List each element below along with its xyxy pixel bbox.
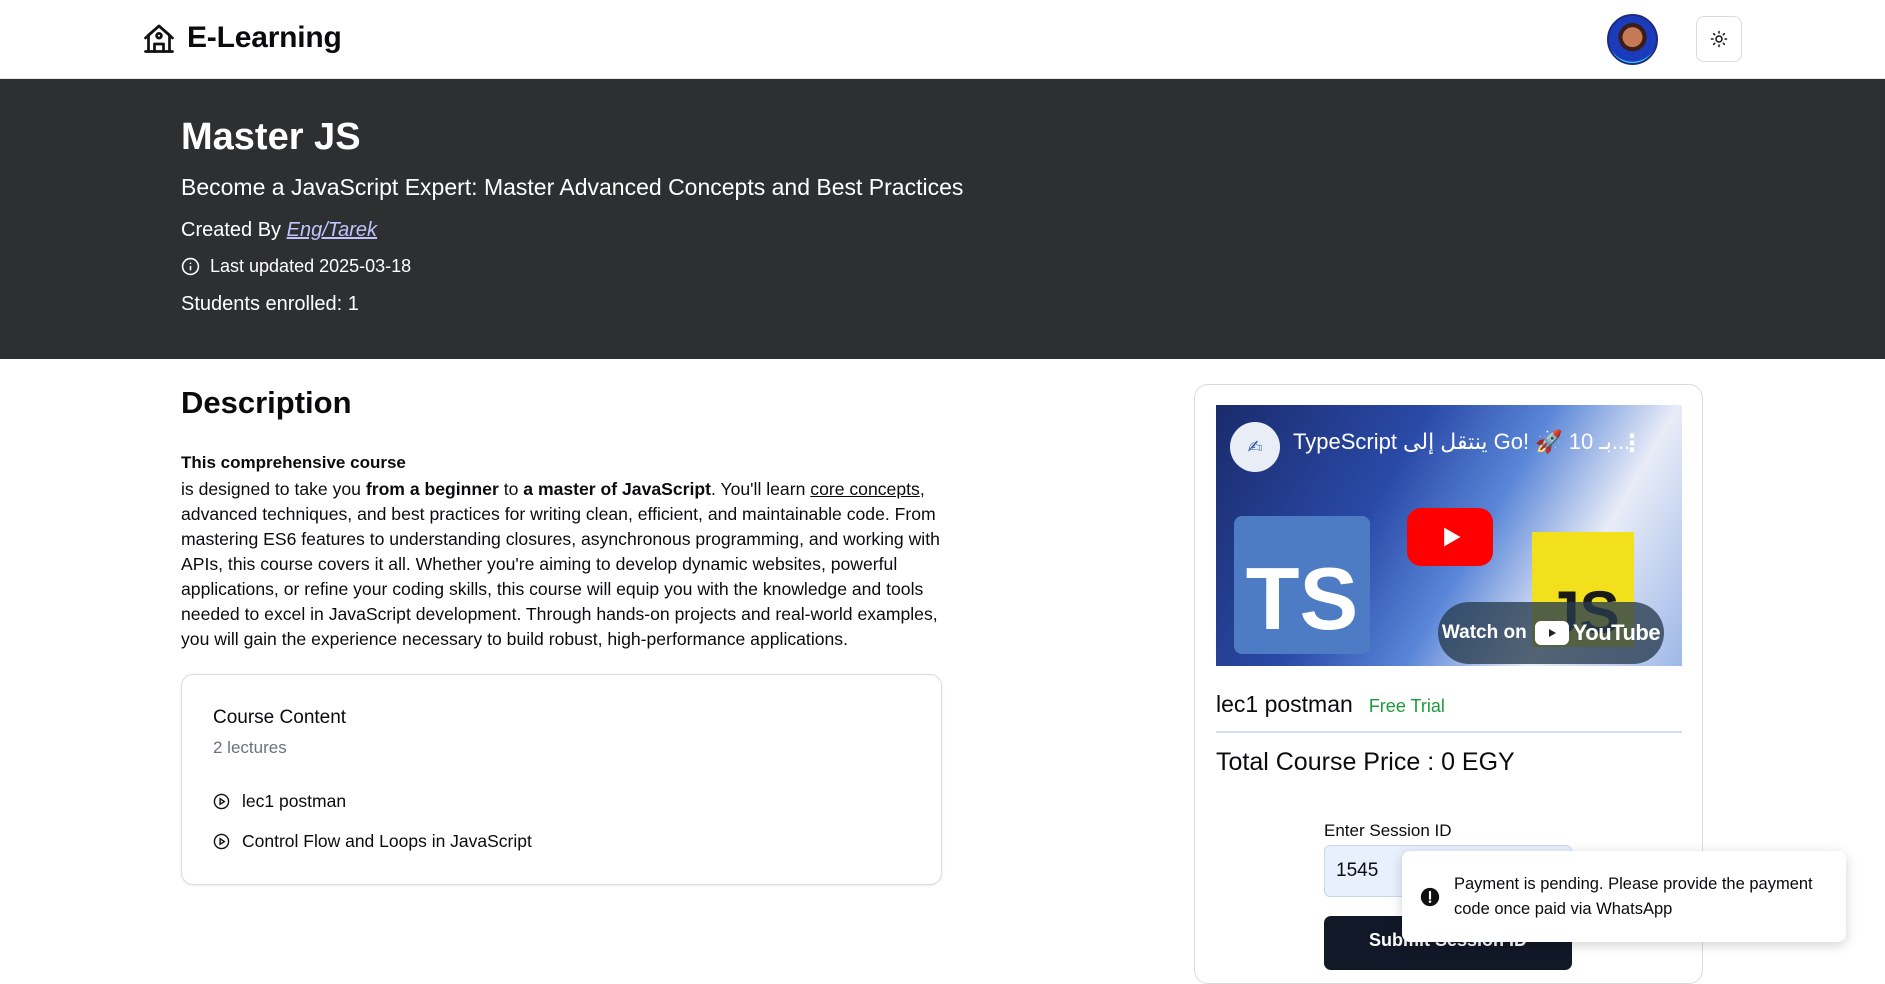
alert-circle-icon: [1420, 887, 1440, 906]
user-avatar[interactable]: [1607, 14, 1658, 65]
lecture-item[interactable]: lec1 postman: [213, 791, 346, 812]
youtube-play-icon: [1534, 621, 1569, 645]
sun-icon: [1710, 30, 1728, 48]
info-icon: [181, 257, 200, 276]
channel-avatar-icon[interactable]: ✍: [1230, 422, 1280, 472]
free-trial-badge: Free Trial: [1368, 696, 1445, 716]
brand-link[interactable]: E-Learning: [141, 20, 342, 56]
description-body: is designed to take you from a beginner …: [181, 477, 951, 652]
watch-on-label: Watch on: [1441, 622, 1527, 643]
current-lesson: lec1 postman Free Trial: [1216, 691, 1445, 718]
youtube-logo: YouTube: [1534, 620, 1661, 646]
desc-text: is designed to take you: [181, 479, 366, 499]
session-id-label: Enter Session ID: [1324, 821, 1452, 840]
course-content-title: Course Content: [213, 707, 347, 728]
desc-text: . You'll learn: [711, 479, 811, 499]
school-building-icon: [144, 24, 174, 53]
students-enrolled: Students enrolled: 1: [181, 293, 359, 315]
course-title: Master JS: [181, 116, 361, 158]
desc-text: , advanced techniques, and best practice…: [181, 479, 940, 649]
desc-underline: core concepts: [810, 479, 920, 499]
created-by: Created By Eng/Tarek: [181, 219, 377, 242]
last-updated: Last updated 2025-03-18: [181, 256, 411, 277]
desc-text: to: [498, 479, 524, 499]
course-subtitle: Become a JavaScript Expert: Master Advan…: [181, 174, 964, 200]
lecture-count: 2 lectures: [213, 738, 287, 757]
top-navbar: E-Learning: [0, 0, 1885, 79]
desc-bold: from a beginner: [365, 479, 499, 499]
course-content-card: Course Content 2 lectures lec1 postman C…: [181, 674, 942, 885]
theme-toggle-button[interactable]: [1696, 16, 1742, 62]
youtube-wordmark: YouTube: [1572, 620, 1661, 645]
lesson-name: lec1 postman: [1216, 691, 1353, 717]
watch-on-youtube-button[interactable]: Watch on YouTube: [1438, 602, 1664, 664]
toast-message: Payment is pending. Please provide the p…: [1454, 874, 1813, 918]
brand-name: E-Learning: [187, 21, 342, 54]
total-course-price: Total Course Price : 0 EGY: [1216, 748, 1515, 776]
last-updated-text: Last updated 2025-03-18: [210, 256, 412, 276]
payment-pending-toast[interactable]: Payment is pending. Please provide the p…: [1402, 851, 1846, 942]
description-heading: Description: [181, 385, 352, 420]
course-hero: Master JS Become a JavaScript Expert: Ma…: [0, 79, 1885, 359]
play-button[interactable]: [1407, 508, 1493, 566]
lecture-title: lec1 postman: [242, 791, 347, 811]
lecture-title: Control Flow and Loops in JavaScript: [242, 831, 532, 851]
youtube-video-embed[interactable]: ✍ TypeScript ينتقل إلى Go! 🚀 10 بـ... ⋮ …: [1216, 405, 1682, 666]
play-icon: [1444, 527, 1461, 547]
creator-link[interactable]: Eng/Tarek: [287, 219, 377, 241]
play-circle-icon: [213, 833, 230, 850]
created-by-label: Created By: [181, 219, 282, 241]
lecture-item[interactable]: Control Flow and Loops in JavaScript: [213, 831, 532, 852]
more-options-icon[interactable]: ⋮: [1620, 429, 1644, 458]
play-circle-icon: [213, 793, 230, 810]
divider: [1216, 731, 1682, 733]
video-title[interactable]: TypeScript ينتقل إلى Go! 🚀 10 بـ...: [1293, 429, 1630, 455]
description-lead: This comprehensive course: [181, 453, 406, 472]
typescript-logo: TS: [1234, 516, 1370, 654]
desc-bold: a master of JavaScript: [523, 479, 712, 499]
